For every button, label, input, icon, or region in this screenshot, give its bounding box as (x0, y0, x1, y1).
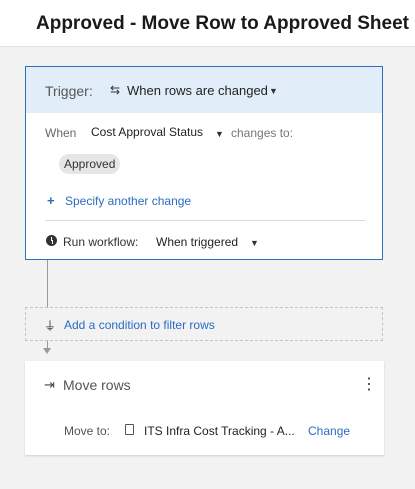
move-to-label: Move to: (64, 424, 111, 438)
clock-icon (46, 235, 57, 246)
trigger-card[interactable]: Trigger: ⇆ When rows are changed ▼ When … (25, 66, 383, 260)
caret-down-icon[interactable]: ▼ (269, 86, 278, 96)
destination-sheet-name: ITS Infra Cost Tracking - A... (144, 424, 295, 438)
when-label: When (45, 126, 77, 140)
kebab-menu-icon[interactable]: ⋮ (361, 374, 377, 394)
trigger-label: Trigger: (45, 83, 93, 99)
filter-icon: ⏚ (44, 319, 57, 333)
add-condition-block[interactable]: ⏚ Add a condition to filter rows (25, 307, 383, 341)
action-title: Move rows (63, 377, 131, 393)
change-destination-link[interactable]: Change (308, 424, 350, 438)
connector-arrow-icon (43, 348, 51, 354)
arrows-cycle-icon: ⇆ (110, 83, 121, 97)
move-rows-icon: ⇥ (44, 377, 55, 392)
plus-icon[interactable]: + (47, 193, 55, 208)
run-workflow-label: Run workflow: (63, 235, 139, 249)
caret-down-icon[interactable]: ▼ (215, 129, 224, 139)
workflow-header: Approved - Move Row to Approved Sheet (0, 0, 415, 47)
run-workflow-dropdown[interactable]: When triggered (156, 235, 238, 249)
sheet-icon (125, 424, 134, 435)
specify-another-change-link[interactable]: Specify another change (65, 194, 191, 208)
add-condition-link[interactable]: Add a condition to filter rows (64, 318, 215, 332)
connector-line (47, 260, 48, 307)
trigger-header: Trigger: ⇆ When rows are changed ▼ (26, 67, 382, 113)
trigger-type-dropdown[interactable]: When rows are changed (127, 83, 268, 98)
field-dropdown[interactable]: Cost Approval Status (91, 125, 203, 139)
value-chip[interactable]: Approved (59, 154, 121, 174)
move-rows-card[interactable]: ⇥ Move rows ⋮ Move to: ITS Infra Cost Tr… (25, 361, 384, 455)
caret-down-icon[interactable]: ▼ (250, 238, 259, 248)
changes-to-label: changes to: (231, 126, 294, 140)
workflow-title[interactable]: Approved - Move Row to Approved Sheet (36, 13, 409, 35)
divider (45, 220, 366, 221)
